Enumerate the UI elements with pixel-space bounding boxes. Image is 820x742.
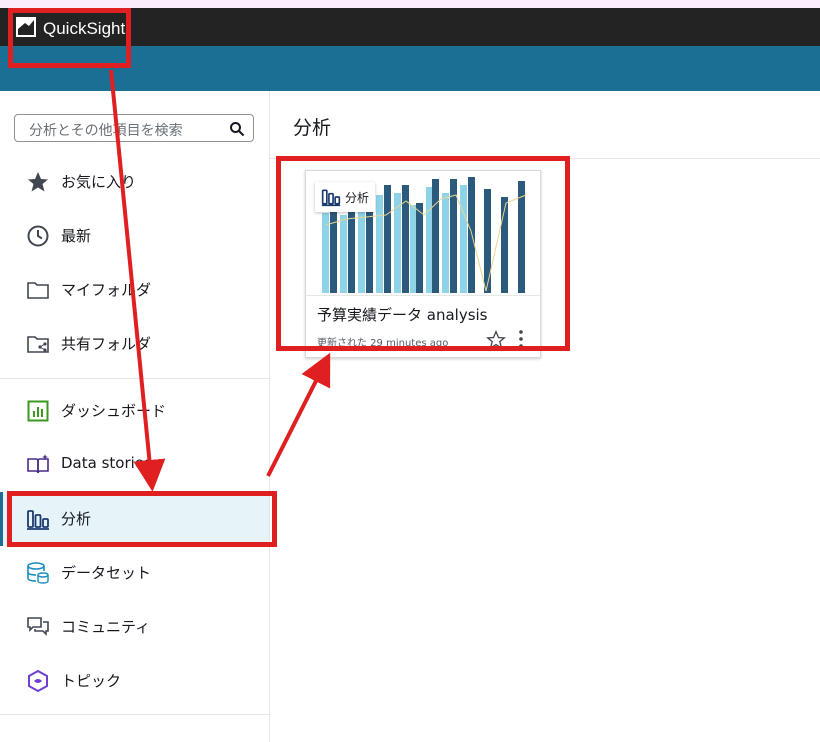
sidebar-item-data-stories[interactable]: Data stories (0, 438, 269, 492)
sidebar-item-label: データセット (61, 564, 152, 582)
arrow-analysis-to-card (266, 352, 331, 477)
sidebar-divider (0, 378, 269, 379)
sidebar: 分析とその他項目を検索 お気に入り 最新 マイフォルダ 共有フォルダ ダッシュボ… (0, 91, 270, 742)
sidebar-item-analyses[interactable]: 分析 (0, 492, 269, 546)
shared-folder-icon (27, 336, 49, 353)
topic-icon (28, 669, 48, 693)
star-icon (28, 172, 48, 192)
page-title: 分析 (293, 117, 332, 139)
clock-icon (27, 225, 49, 247)
more-options-icon[interactable] (514, 329, 528, 349)
sidebar-bottom-divider (0, 714, 269, 715)
analysis-icon (27, 510, 49, 530)
data-stories-icon (27, 454, 49, 474)
top-edge-strip (0, 0, 820, 8)
sidebar-item-shared-folders[interactable]: 共有フォルダ (0, 317, 269, 371)
sidebar-item-datasets[interactable]: データセット (0, 546, 269, 600)
app-name[interactable]: QuickSight (43, 19, 125, 39)
sidebar-item-label: 最新 (61, 227, 92, 245)
analysis-icon (321, 189, 341, 207)
search-input[interactable]: 分析とその他項目を検索 (14, 114, 254, 142)
dashboard-icon (27, 400, 49, 422)
badge-label: 分析 (345, 190, 370, 205)
favorite-star-icon[interactable] (486, 330, 506, 350)
sidebar-item-label: 分析 (61, 510, 92, 528)
card-updated-time: 更新された 29 minutes ago (317, 338, 449, 349)
sidebar-item-label: お気に入り (61, 173, 137, 191)
brand-bar (0, 46, 820, 91)
card-type-badge: 分析 (315, 182, 376, 212)
sidebar-item-label: 共有フォルダ (61, 335, 152, 353)
sidebar-item-favorites[interactable]: お気に入り (0, 155, 269, 209)
search-icon[interactable] (229, 121, 245, 137)
quicksight-logo-icon[interactable] (16, 17, 36, 37)
sidebar-item-label: Data stories (61, 454, 152, 472)
search-placeholder: 分析とその他項目を検索 (29, 123, 183, 139)
sidebar-item-label: トピック (61, 672, 122, 690)
analysis-card[interactable]: 分析 予算実績データ analysis 更新された 29 minutes ago (305, 170, 541, 358)
sidebar-item-my-folders[interactable]: マイフォルダ (0, 263, 269, 317)
sidebar-item-label: マイフォルダ (61, 281, 152, 299)
title-divider (270, 158, 820, 159)
sidebar-item-label: コミュニティ (61, 618, 151, 636)
sidebar-item-community[interactable]: コミュニティ (0, 600, 269, 654)
card-thumbnail[interactable]: 分析 (306, 171, 540, 296)
sidebar-item-recent[interactable]: 最新 (0, 209, 269, 263)
folder-icon (27, 282, 49, 299)
community-icon (27, 617, 49, 636)
dataset-icon (27, 562, 49, 584)
sidebar-item-label: ダッシュボード (61, 402, 167, 420)
card-title[interactable]: 予算実績データ analysis (317, 304, 488, 325)
sidebar-item-dashboards[interactable]: ダッシュボード (0, 384, 269, 438)
sidebar-item-topics[interactable]: トピック (0, 654, 269, 708)
